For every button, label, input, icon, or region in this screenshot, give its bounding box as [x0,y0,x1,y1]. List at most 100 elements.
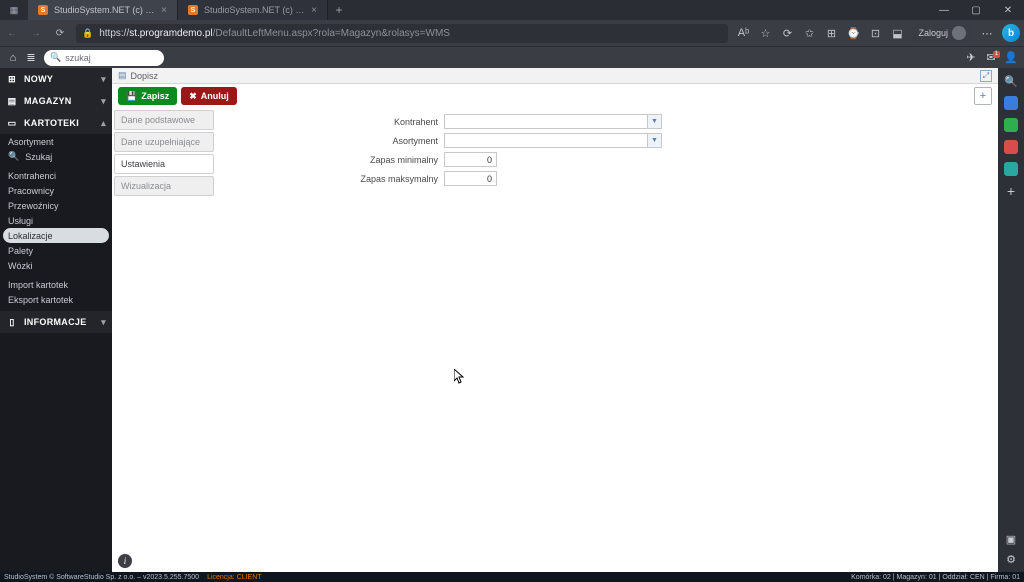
sidebar-header-kartoteki[interactable]: ▭ KARTOTEKI ▴ [0,112,112,134]
downloads-icon[interactable]: ⬓ [886,21,908,45]
read-aloud-icon[interactable]: Aᵇ [732,21,754,45]
status-right: Komórka: 02 | Magazyn: 01 | Oddział: CEN… [851,574,1020,581]
sidebar-item-uslugi[interactable]: Usługi [0,213,112,228]
sidebar-item-lokalizacje[interactable]: Lokalizacje [3,228,109,243]
tab-dane-uzupelniajace[interactable]: Dane uzupełniające [114,132,214,152]
sidebar-app-3[interactable] [1004,140,1018,154]
close-button[interactable]: ✕ [992,0,1024,20]
save-button[interactable]: 💾 Zapisz [118,87,177,105]
sidebar-app-1[interactable] [1004,96,1018,110]
more-icon[interactable]: ⋯ [976,21,998,45]
sidebar-header-label: KARTOTEKI [24,118,79,128]
avatar-icon [952,26,966,40]
search-box[interactable]: 🔍 szukaj [44,50,164,66]
home-icon[interactable]: ⌂ [4,49,22,67]
menu-icon[interactable]: ≣ [22,49,40,67]
sidebar-collapse-icon[interactable]: ▣ [1004,532,1018,546]
close-icon[interactable]: × [311,5,317,16]
status-bar: StudioSystem © SoftwareStudio Sp. z o.o.… [0,572,1024,582]
action-bar: 💾 Zapisz ✖ Anuluj + [112,84,998,108]
reload-button[interactable]: ⟳ [48,21,72,45]
sync-icon[interactable]: ⟳ [776,21,798,45]
site-toolbar: ⌂ ≣ 🔍 szukaj ✈ ✉1 👤 [0,46,1024,68]
favorites-bar-icon[interactable]: ✩ [798,21,820,45]
sidebar-app-4[interactable] [1004,162,1018,176]
form-tabs: Dane podstawowe Dane uzupełniające Ustaw… [112,108,216,572]
expand-icon[interactable]: ⤢ [980,70,992,82]
panel-title: Dopisz [131,71,159,81]
history-icon[interactable]: ⌚ [842,21,864,45]
panel-header: ▤ Dopisz ⤢ [112,68,998,84]
label-zapas-max: Zapas maksymalny [224,174,440,184]
sidebar-item-wozki[interactable]: Wózki [0,258,112,273]
tab-ustawienia[interactable]: Ustawienia [114,154,214,174]
new-tab-button[interactable]: + [328,0,350,20]
maximize-button[interactable]: ▢ [960,0,992,20]
sidebar-header-informacje[interactable]: ▯ INFORMACJE ▾ [0,311,112,333]
search-icon[interactable]: 🔍 [1004,74,1018,88]
tab-dane-podstawowe[interactable]: Dane podstawowe [114,110,214,130]
chevron-down-icon[interactable]: ▼ [647,115,661,128]
minimize-button[interactable]: — [928,0,960,20]
info-icon[interactable]: i [118,554,132,568]
browser-tab-2[interactable]: S StudioSystem.NET (c) SoftwareS… × [178,0,328,20]
sidebar-app-2[interactable] [1004,118,1018,132]
sidebar-item-asortyment[interactable]: Asortyment [0,134,112,149]
mail-icon[interactable]: ✉1 [982,49,1000,67]
sidebar: ⊞ NOWY ▾ ▤ MAGAZYN ▾ ▭ KARTOTEKI ▴ Asort… [0,68,112,572]
status-license: Licencja: CLIENT [207,574,261,581]
input-zapas-max[interactable]: 0 [444,171,497,186]
content-area: ▤ Dopisz ⤢ 💾 Zapisz ✖ Anuluj + Dane pods… [112,68,998,572]
sidebar-header-magazyn[interactable]: ▤ MAGAZYN ▾ [0,90,112,112]
status-left: StudioSystem © SoftwareStudio Sp. z o.o.… [4,574,199,581]
sidebar-add[interactable]: + [1004,184,1018,198]
chevron-down-icon: ▾ [101,74,106,85]
sidebar-header-label: NOWY [24,74,53,84]
favorite-icon[interactable]: ☆ [754,21,776,45]
sidebar-item-import[interactable]: Import kartotek [0,277,112,292]
sidebar-item-przewoznicy[interactable]: Przewoźnicy [0,198,112,213]
add-button[interactable]: + [974,87,992,105]
extensions-icon[interactable]: ⊡ [864,21,886,45]
back-button[interactable]: ← [0,21,24,45]
toolbar-actions: Aᵇ ☆ ⟳ ✩ ⊞ ⌚ ⊡ ⬓ [732,21,908,45]
sidebar-item-kontrahenci[interactable]: Kontrahenci [0,168,112,183]
form-panel: Kontrahent ▼ Asortyment ▼ Zapas minimaln… [216,108,998,572]
search-icon: 🔍 [50,52,61,63]
badge: 1 [993,51,1000,58]
sidebar-item-palety[interactable]: Palety [0,243,112,258]
user-icon[interactable]: 👤 [1002,49,1020,67]
favicon-icon: S [188,5,198,15]
address-bar[interactable]: 🔒 https://st.programdemo.pl/DefaultLeftM… [76,24,728,43]
search-icon: 🔍 [8,151,19,162]
sidebar-item-eksport[interactable]: Eksport kartotek [0,292,112,307]
dropdown-asortyment[interactable]: ▼ [444,133,662,148]
browser-toolbar: ← → ⟳ 🔒 https://st.programdemo.pl/Defaul… [0,20,1024,46]
cancel-button[interactable]: ✖ Anuluj [181,87,237,105]
tab-wizualizacja[interactable]: Wizualizacja [114,176,214,196]
sidebar-item-szukaj[interactable]: 🔍Szukaj [0,149,112,164]
forward-button[interactable]: → [24,21,48,45]
label-asortyment: Asortyment [224,136,440,146]
dropdown-kontrahent[interactable]: ▼ [444,114,662,129]
chevron-down-icon: ▾ [101,317,106,328]
warehouse-icon: ▤ [6,96,18,107]
sidebar-item-pracownicy[interactable]: Pracownicy [0,183,112,198]
input-zapas-min[interactable]: 0 [444,152,497,167]
login-button[interactable]: Zaloguj [912,24,972,42]
sidebar-header-label: INFORMACJE [24,317,87,327]
document-icon: ▤ [118,70,127,81]
edge-sidebar: 🔍 + ▣ ⚙ [998,68,1024,572]
close-icon[interactable]: × [161,5,167,16]
tab-title: StudioSystem.NET (c) SoftwareS… [54,5,155,15]
settings-icon[interactable]: ⚙ [1004,552,1018,566]
label-zapas-min: Zapas minimalny [224,155,440,165]
url-text: https://st.programdemo.pl/DefaultLeftMen… [99,28,722,39]
chevron-down-icon[interactable]: ▼ [647,134,661,147]
bing-icon[interactable]: b [1002,24,1020,42]
plus-square-icon: ⊞ [6,74,18,85]
collections-icon[interactable]: ⊞ [820,21,842,45]
sidebar-header-nowy[interactable]: ⊞ NOWY ▾ [0,68,112,90]
send-icon[interactable]: ✈ [962,49,980,67]
browser-tab-1[interactable]: S StudioSystem.NET (c) SoftwareS… × [28,0,178,20]
